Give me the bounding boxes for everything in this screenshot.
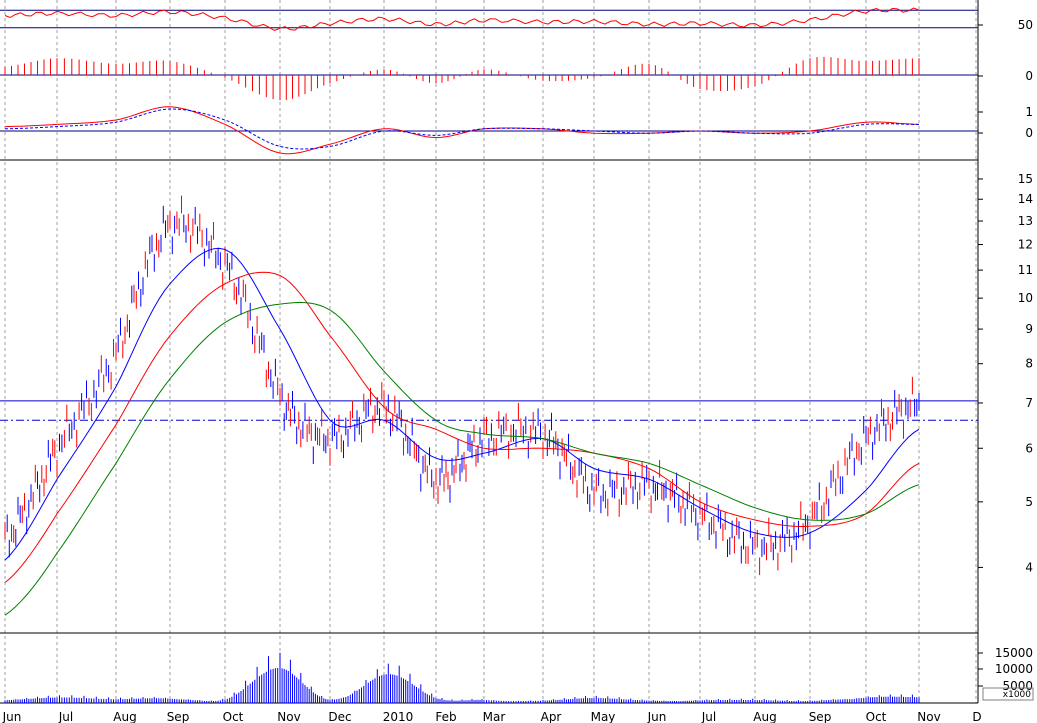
x-tick-label: Oct <box>223 710 244 723</box>
x-tick-label: Oct <box>866 710 887 723</box>
macd-signal-line <box>4 108 919 150</box>
price-panel <box>0 195 978 616</box>
x-tick-label: Apr <box>541 710 562 723</box>
x-axis-labels: Jun Jul Aug Sep Oct Nov Dec 2010 Feb Mar Apr May Jun… <box>2 710 982 723</box>
x-tick-label: Aug <box>753 710 776 723</box>
x-tick-label: 2010 <box>383 710 414 723</box>
y-tick-label-price: 9 <box>1025 322 1033 336</box>
y-tick-label-price: 6 <box>1025 441 1033 455</box>
x-tick-label: Aug <box>113 710 136 723</box>
panel-frames <box>0 0 979 704</box>
y-tick-label-price: 8 <box>1025 357 1033 371</box>
x-tick-label: Jul <box>58 710 73 723</box>
stock-chart: 5001015141312111098765415000100005000x10… <box>0 0 1034 723</box>
x-tick-label: Jul <box>701 710 716 723</box>
y-tick-label-macd: 1 <box>1025 105 1033 119</box>
histogram-panel <box>0 56 978 101</box>
volume-unit-label: x1000 <box>1003 690 1032 700</box>
osc-series-line <box>4 7 920 31</box>
oscillator-panel <box>0 7 978 31</box>
y-tick-label-volume: 15000 <box>995 646 1033 660</box>
y-tick-label-macd: 0 <box>1025 126 1033 140</box>
y-tick-label-price: 4 <box>1025 560 1033 574</box>
y-tick-label-price: 10 <box>1018 291 1033 305</box>
macd-panel <box>0 106 978 155</box>
x-tick-label: D <box>972 710 981 723</box>
y-tick-label-volume: 10000 <box>995 662 1033 676</box>
y-tick-label-price: 7 <box>1025 396 1033 410</box>
y-tick-label-osc: 50 <box>1018 18 1033 32</box>
x-tick-label: May <box>591 710 616 723</box>
ma-mid-line <box>4 271 920 583</box>
y-tick-label-price: 5 <box>1025 495 1033 509</box>
ma-short-line <box>4 247 920 561</box>
y-tick-label-hist: 0 <box>1025 69 1033 83</box>
y-tick-label-price: 13 <box>1018 214 1033 228</box>
x-tick-label: Sep <box>809 710 832 723</box>
x-tick-label: Nov <box>277 710 300 723</box>
x-tick-label: Nov <box>917 710 940 723</box>
y-tick-label-price: 11 <box>1018 263 1033 277</box>
x-tick-label: Sep <box>167 710 190 723</box>
vertical-gridlines <box>4 0 977 703</box>
volume-panel <box>4 652 920 703</box>
y-tick-label-price: 12 <box>1018 238 1033 252</box>
x-tick-label: Dec <box>328 710 351 723</box>
x-tick-label: Jun <box>2 710 22 723</box>
x-tick-label: Feb <box>435 710 456 723</box>
x-tick-label: Jun <box>647 710 667 723</box>
y-tick-label-price: 14 <box>1018 192 1033 206</box>
y-axis-labels: 5001015141312111098765415000100005000x10… <box>978 18 1034 701</box>
macd-line <box>4 106 920 155</box>
x-tick-label: Mar <box>483 710 506 723</box>
y-tick-label-price: 15 <box>1018 172 1033 186</box>
